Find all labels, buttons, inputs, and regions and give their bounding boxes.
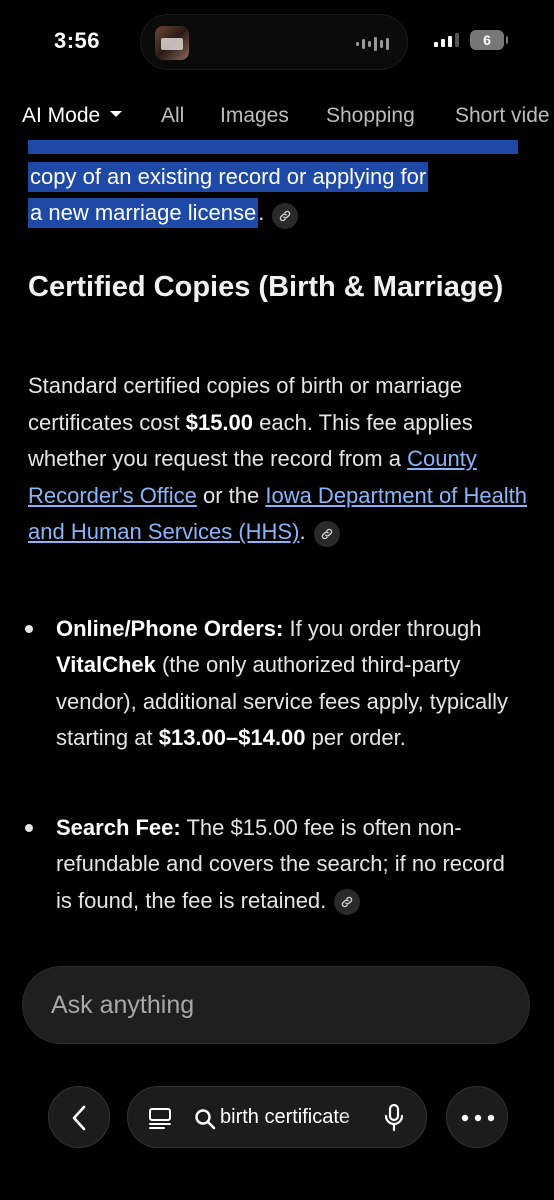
bullet-dot <box>25 625 33 633</box>
audio-wave-icon <box>356 37 389 51</box>
section-paragraph: Standard certified copies of birth or ma… <box>28 368 528 551</box>
back-button[interactable] <box>48 1086 110 1148</box>
paragraph-text: or the <box>196 482 266 508</box>
caret-down-icon <box>110 111 123 118</box>
list-item-text: If you order through <box>283 616 482 641</box>
list-icon[interactable] <box>148 1107 174 1129</box>
bullet-dot <box>25 824 33 832</box>
tab-all[interactable]: All <box>161 104 184 128</box>
search-query-pill[interactable]: birth certificate <box>127 1086 427 1148</box>
chevron-left-icon <box>72 1105 86 1131</box>
more-options-button[interactable] <box>446 1086 508 1148</box>
text-fade <box>338 1097 378 1139</box>
link-icon[interactable] <box>334 889 361 915</box>
vendor-name: VitalChek <box>56 652 156 678</box>
search-icon <box>195 1109 216 1130</box>
list-item: Online/Phone Orders: If you order throug… <box>56 611 526 757</box>
list-item-title: Search Fee: <box>56 815 181 840</box>
ask-input[interactable]: Ask anything <box>22 966 530 1044</box>
highlighted-text-end: a new marriage license. <box>28 198 299 230</box>
tab-images[interactable]: Images <box>220 104 289 128</box>
tab-short-videos[interactable]: Short vide <box>455 104 550 128</box>
highlighted-text-line: a new marriage license <box>28 198 259 228</box>
sentence-period: . <box>258 200 265 225</box>
highlight-partial-line <box>28 140 518 154</box>
status-time: 3:56 <box>54 28 101 53</box>
tab-label: AI Mode <box>22 104 101 127</box>
list-item-title: Online/Phone Orders: <box>56 616 284 641</box>
link-icon[interactable] <box>272 202 299 229</box>
price-text: $15.00 <box>185 409 254 435</box>
search-mode-tabs: AI Mode All Images Shopping Short vide <box>0 96 554 140</box>
signal-icon <box>434 33 459 47</box>
list-item-text: per order. <box>305 725 406 751</box>
list-item: Search Fee: The $15.00 fee is often non-… <box>56 810 526 919</box>
section-heading: Certified Copies (Birth & Marriage) <box>28 271 504 303</box>
paragraph-text: . <box>299 519 306 545</box>
tab-shopping[interactable]: Shopping <box>326 104 415 128</box>
tab-ai-mode[interactable]: AI Mode <box>22 104 123 128</box>
status-bar: 3:56 6 <box>0 0 554 84</box>
more-horizontal-icon <box>461 1114 495 1122</box>
battery-icon: 6 <box>470 30 508 50</box>
now-playing-thumbnail <box>155 26 189 60</box>
price-text: $13.00–$14.00 <box>158 725 306 751</box>
ask-placeholder: Ask anything <box>51 991 195 1019</box>
link-icon[interactable] <box>313 520 340 547</box>
highlighted-text-line: copy of an existing record or applying f… <box>28 162 429 192</box>
mic-icon[interactable] <box>384 1103 404 1133</box>
dynamic-island[interactable] <box>140 14 408 70</box>
